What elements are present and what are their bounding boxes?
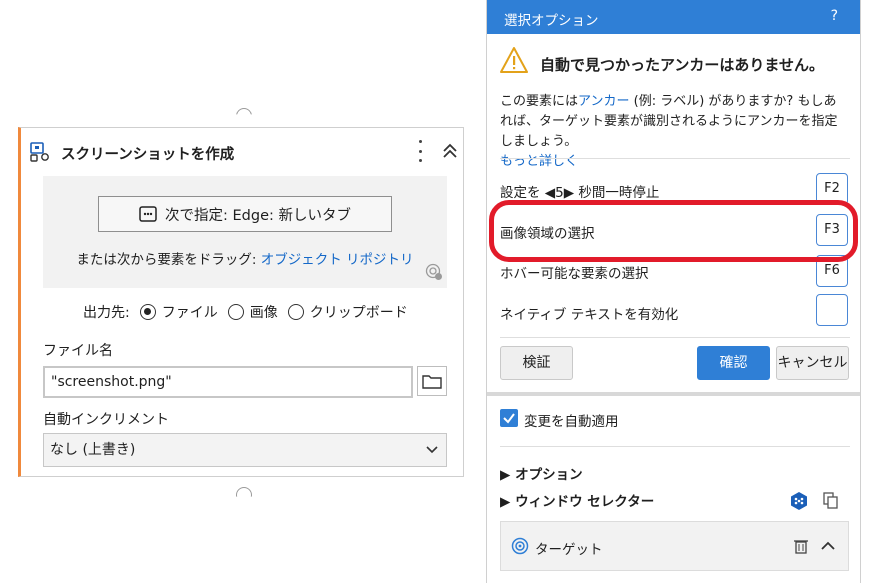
hover-element-option[interactable]: ホバー可能な要素の選択 (500, 262, 649, 282)
warning-title: 自動で見つかったアンカーはありません。 (540, 56, 824, 74)
anchor-link[interactable]: アンカー (578, 94, 629, 109)
collapse-chevron-icon[interactable] (441, 142, 459, 160)
autoincrement-value: なし (上書き) (50, 442, 136, 458)
card-header: スクリーンショットを作成 (21, 128, 463, 172)
screenshot-icon (30, 142, 49, 162)
chevron-up-icon[interactable] (821, 541, 835, 551)
panel-titlebar: 選択オプション ? (487, 0, 860, 34)
drag-hint-text: または次から要素をドラッグ: (76, 252, 261, 268)
options-section-toggle[interactable]: ▶ オプション (500, 463, 583, 483)
cancel-button[interactable]: キャンセル (776, 346, 849, 380)
target-icon (511, 537, 529, 555)
selector-builder-icon[interactable] (789, 491, 809, 511)
filename-label: ファイル名 (43, 343, 113, 359)
f2-key-button[interactable]: F2 (816, 173, 848, 205)
auto-apply-checkbox[interactable] (500, 409, 518, 427)
folder-icon (422, 375, 442, 389)
selector-icon (139, 206, 157, 222)
selection-options-panel: 選択オプション ? 自動で見つかったアンカーはありません。 この要素にはアンカー… (486, 0, 861, 583)
warning-icon (500, 47, 528, 73)
checkmark-icon (503, 413, 515, 424)
radio-file-label: ファイル (161, 305, 218, 321)
chevron-down-icon (426, 446, 438, 454)
section-separator (487, 392, 860, 396)
target-anchor-icon[interactable] (425, 263, 443, 281)
browse-folder-button[interactable] (417, 366, 447, 396)
target-label: ターゲット (535, 542, 603, 558)
divider (500, 337, 850, 338)
delete-icon[interactable] (794, 538, 808, 554)
bottom-connector-knob[interactable] (236, 487, 252, 497)
output-destination-row: 出力先: ファイル 画像 クリップボード (83, 302, 408, 322)
window-selector-section-toggle[interactable]: ▶ ウィンドウ セレクター (500, 490, 654, 510)
target-section: ターゲット (500, 521, 849, 571)
f3-key-button[interactable]: F3 (816, 214, 848, 246)
f6-key-button[interactable]: F6 (816, 255, 848, 287)
object-repository-link[interactable]: オブジェクト リポジトリ (261, 252, 414, 268)
auto-apply-label: 変更を自動適用 (524, 414, 619, 430)
divider (500, 158, 850, 159)
warning-body: この要素にはアンカー (例: ラベル) がありますか? もしあれば、ターゲット要… (500, 92, 845, 172)
autoincrement-select[interactable]: なし (上書き) (43, 433, 447, 467)
pause-option[interactable]: 設定を ◀5▶ 秒間一時停止 (500, 181, 659, 201)
radio-image[interactable] (227, 304, 244, 320)
filename-input[interactable]: "screenshot.png" (43, 366, 413, 398)
image-area-option[interactable]: 画像領域の選択 (500, 222, 595, 242)
radio-file[interactable] (139, 304, 156, 320)
validate-button[interactable]: 検証 (500, 346, 573, 380)
specify-element-button[interactable]: 次で指定: Edge: 新しいタブ (98, 196, 392, 232)
copy-icon[interactable] (823, 492, 839, 510)
card-title: スクリーンショットを作成 (61, 147, 235, 163)
learn-more-link[interactable]: もっと詳しく (500, 154, 578, 169)
divider (500, 446, 850, 447)
native-text-option[interactable]: ネイティブ テキストを有効化 (500, 303, 678, 323)
element-capture-zone: 次で指定: Edge: 新しいタブ または次から要素をドラッグ: オブジェクト … (43, 176, 447, 288)
native-text-toggle[interactable] (816, 294, 848, 326)
output-label: 出力先: (83, 305, 130, 321)
radio-image-label: 画像 (249, 305, 278, 321)
autoincrement-label: 自動インクリメント (43, 412, 169, 428)
drag-hint: または次から要素をドラッグ: オブジェクト リポジトリ (43, 248, 447, 268)
help-button[interactable]: ? (831, 8, 838, 24)
radio-clipboard[interactable] (287, 304, 304, 320)
confirm-button[interactable]: 確認 (697, 346, 770, 380)
activity-card: スクリーンショットを作成 次で指定: Edge: 新しいタブ または次から要素を… (18, 127, 464, 477)
more-options-icon[interactable] (414, 140, 426, 162)
warning-body-prefix: この要素には (500, 94, 579, 109)
panel-title: 選択オプション (504, 13, 599, 29)
specify-element-label: 次で指定: Edge: 新しいタブ (165, 207, 351, 224)
radio-clipboard-label: クリップボード (309, 305, 408, 321)
top-connector-knob (236, 108, 252, 115)
